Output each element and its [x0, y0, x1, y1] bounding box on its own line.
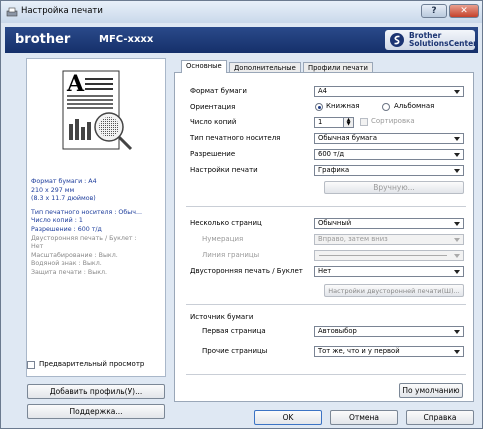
- print-settings-label: Настройки печати: [190, 166, 258, 174]
- summary-line: Число копий : 1: [31, 217, 83, 225]
- landscape-label: Альбомная: [394, 102, 435, 110]
- chevron-down-icon: [454, 153, 460, 157]
- close-button[interactable]: ✕: [449, 4, 479, 18]
- manual-button[interactable]: Вручную...: [324, 181, 464, 194]
- chevron-down-icon: [454, 254, 460, 258]
- resolution-label: Разрешение: [190, 150, 236, 158]
- print-settings-window: Настройка печати ? ✕ brother MFC-xxxx Br…: [0, 0, 483, 429]
- cancel-button[interactable]: Отмена: [330, 410, 398, 425]
- preview-checkbox-label: Предварительный просмотр: [39, 360, 145, 368]
- media-type-select[interactable]: Обычная бумага: [314, 133, 464, 144]
- collate-label: Сортировка: [371, 117, 415, 125]
- duplex-label: Двусторонняя печать / Буклет: [190, 267, 303, 275]
- brand-bar: brother MFC-xxxx Brother SolutionsCenter: [5, 27, 478, 53]
- summary-line: (8.3 x 11.7 дюймов): [31, 195, 96, 203]
- page-preview-image: A: [62, 70, 133, 151]
- orientation-label: Ориентация: [190, 103, 236, 111]
- multiple-pages-select[interactable]: Обычный: [314, 218, 464, 229]
- help-button[interactable]: Справка: [406, 410, 474, 425]
- preview-checkbox[interactable]: [27, 361, 35, 369]
- line-preview: [319, 255, 447, 256]
- page-order-value: Вправо, затем вниз: [318, 235, 388, 243]
- printer-icon: [6, 7, 18, 17]
- duplex-value: Нет: [318, 267, 332, 275]
- resolution-value: 600 т/д: [318, 150, 345, 158]
- resolution-select[interactable]: 600 т/д: [314, 149, 464, 160]
- portrait-label: Книжная: [326, 102, 360, 110]
- copies-label: Число копий: [190, 118, 237, 126]
- summary-line: Формат бумаги : A4: [31, 178, 97, 185]
- duplex-select[interactable]: Нет: [314, 266, 464, 277]
- paper-size-label: Формат бумаги: [190, 87, 247, 95]
- other-pages-value: Тот же, что и у первой: [318, 347, 400, 355]
- divider: [186, 374, 466, 375]
- summary-panel: A Формат бумаги : A4 210 x 297 мм (8.3 x 1…: [26, 58, 166, 377]
- summary-line: Защита печати : Выкл.: [31, 268, 108, 276]
- tab-basic[interactable]: Основные: [181, 60, 227, 73]
- summary-line: Разрешение : 600 т/д: [31, 225, 102, 233]
- model-name: MFC-xxxx: [99, 34, 154, 45]
- title-bar: Настройка печати ? ✕: [1, 1, 482, 23]
- print-settings-select[interactable]: Графика: [314, 165, 464, 176]
- page-order-label: Нумерация: [202, 235, 244, 243]
- help-title-button[interactable]: ?: [421, 4, 447, 18]
- chevron-down-icon: [454, 137, 460, 141]
- copies-value: 1: [318, 118, 323, 126]
- print-settings-value: Графика: [318, 166, 350, 174]
- summary-line: 210 x 297 мм: [31, 186, 75, 194]
- divider: [186, 206, 466, 207]
- media-type-value: Обычная бумага: [318, 134, 378, 142]
- page-order-select[interactable]: Вправо, затем вниз: [314, 234, 464, 245]
- collate-checkbox[interactable]: [360, 118, 368, 126]
- ok-button[interactable]: OK: [254, 410, 322, 425]
- paper-size-select[interactable]: A4: [314, 86, 464, 97]
- multiple-pages-label: Несколько страниц: [190, 219, 262, 227]
- portrait-radio[interactable]: [315, 103, 323, 111]
- paper-size-value: A4: [318, 87, 327, 95]
- solutions-center-icon: [390, 33, 404, 47]
- settings-summary: Формат бумаги : A4 210 x 297 мм (8.3 x 11.…: [31, 178, 165, 278]
- chevron-down-icon: [454, 90, 460, 94]
- support-button[interactable]: Поддержка...: [27, 404, 165, 419]
- multiple-pages-value: Обычный: [318, 219, 352, 227]
- stepper-arrows-icon[interactable]: ▲ ▼: [343, 118, 353, 127]
- default-button[interactable]: По умолчанию: [399, 383, 463, 398]
- summary-line: Нет: [31, 243, 44, 251]
- landscape-radio[interactable]: [382, 103, 390, 111]
- media-type-label: Тип печатного носителя: [190, 134, 281, 142]
- paper-source-label: Источник бумаги: [190, 313, 254, 321]
- chevron-down-icon: [454, 238, 460, 242]
- chevron-down-icon: [454, 222, 460, 226]
- first-page-value: Автовыбор: [318, 327, 357, 335]
- solutions-center-button[interactable]: Brother SolutionsCenter: [385, 30, 477, 50]
- svg-text:A: A: [66, 71, 85, 97]
- copies-stepper[interactable]: 1 ▲ ▼: [314, 117, 354, 128]
- add-profile-button[interactable]: Добавить профиль(У)...: [27, 384, 165, 399]
- solutions-center-label: Brother SolutionsCenter: [409, 31, 477, 48]
- border-line-label: Линия границы: [202, 251, 260, 259]
- divider: [186, 304, 466, 305]
- brother-logo: brother: [15, 32, 71, 47]
- summary-line: Двусторонняя печать / Буклет :: [31, 234, 137, 242]
- border-line-select[interactable]: [314, 250, 464, 261]
- chevron-down-icon: [454, 169, 460, 173]
- chevron-down-icon: [454, 270, 460, 274]
- other-pages-select[interactable]: Тот же, что и у первой: [314, 346, 464, 357]
- duplex-settings-button[interactable]: Настройки двусторонней печати(Ш)...: [324, 284, 464, 297]
- window-title: Настройка печати: [21, 6, 103, 16]
- other-pages-label: Прочие страницы: [202, 347, 268, 355]
- chevron-down-icon: [454, 330, 460, 334]
- summary-line: Водяной знак : Выкл.: [31, 260, 102, 268]
- chevron-down-icon: [454, 350, 460, 354]
- first-page-label: Первая страница: [202, 327, 266, 335]
- first-page-select[interactable]: Автовыбор: [314, 326, 464, 337]
